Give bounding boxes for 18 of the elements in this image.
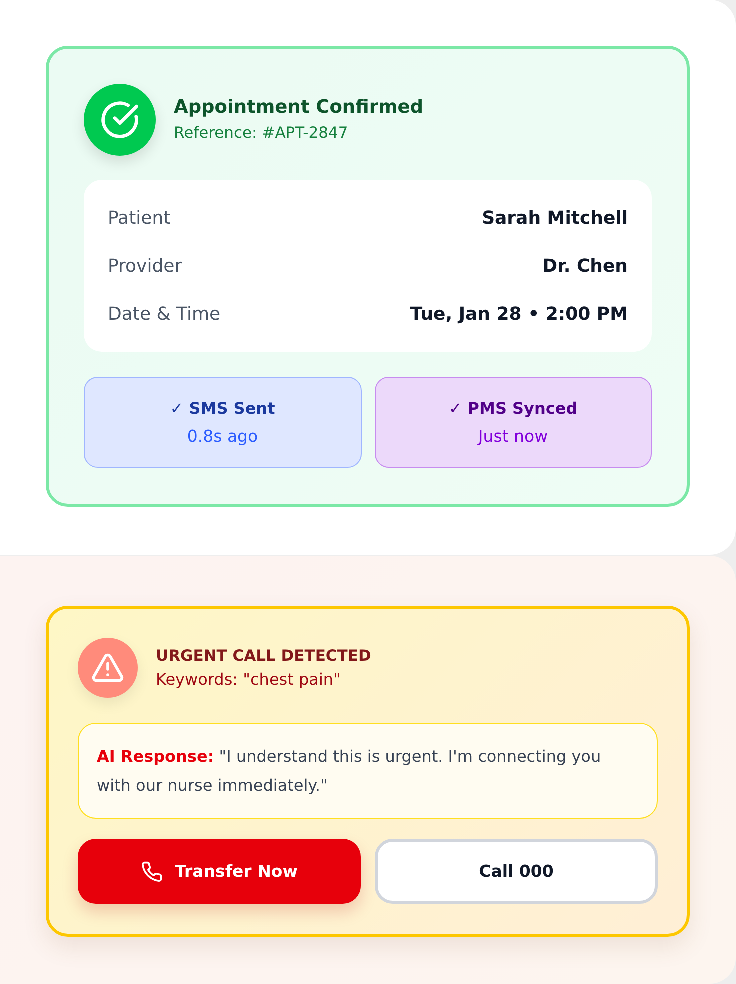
phone-icon xyxy=(141,860,164,882)
alert-title: URGENT CALL DETECTED xyxy=(156,646,372,667)
status-time: Just now xyxy=(478,426,548,448)
detail-value: Sarah Mitchell xyxy=(482,208,628,228)
transfer-button[interactable]: Transfer Now xyxy=(78,839,361,904)
reference-number: Reference: #APT-2847 xyxy=(174,123,350,144)
call-button[interactable]: Call 000 xyxy=(375,839,658,904)
keywords-text: Keywords: "chest pain" xyxy=(156,669,342,691)
detail-label: Provider xyxy=(108,256,182,276)
detail-label: Patient xyxy=(108,208,171,228)
status-time: 0.8s ago xyxy=(187,426,258,448)
confirmation-title: Appointment Confirmed xyxy=(174,96,424,120)
ai-response-text: AI Response: "I understand this is urgent. I'm connecting you with our nurse immediately." xyxy=(97,746,602,797)
status-title: ✓ SMS Sent xyxy=(170,398,276,420)
detail-value: Dr. Chen xyxy=(542,256,628,276)
detail-label: Date & Time xyxy=(108,304,221,324)
status-title: ✓ PMS Synced xyxy=(448,398,578,420)
detail-value: Tue, Jan 28 • 2:00 PM xyxy=(410,304,628,324)
